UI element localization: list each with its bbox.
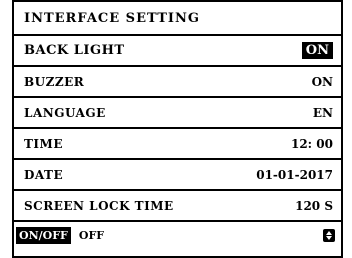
key-action-label: OFF <box>78 229 105 242</box>
setting-value[interactable]: 12: 00 <box>291 137 333 151</box>
setting-row-time[interactable]: TIME 12: 00 <box>14 129 341 160</box>
key-badge[interactable]: ON/OFF <box>16 227 71 244</box>
setting-row-date[interactable]: DATE 01-01-2017 <box>14 160 341 191</box>
setting-row-back-light[interactable]: BACK LIGHT ON <box>14 36 341 67</box>
setting-row-language[interactable]: LANGUAGE EN <box>14 98 341 129</box>
setting-value-selected[interactable]: ON <box>301 42 333 59</box>
setting-label: TIME <box>24 136 63 151</box>
setting-value[interactable]: ON <box>312 75 333 89</box>
setting-row-buzzer[interactable]: BUZZER ON <box>14 67 341 98</box>
settings-screen: INTERFACE SETTING BACK LIGHT ON BUZZER O… <box>12 0 343 258</box>
setting-value[interactable]: 120 S <box>295 199 333 213</box>
setting-row-screen-lock-time[interactable]: SCREEN LOCK TIME 120 S <box>14 191 341 222</box>
setting-label: LANGUAGE <box>24 105 106 120</box>
setting-value[interactable]: 01-01-2017 <box>256 168 333 182</box>
up-down-arrows-icon[interactable] <box>323 229 335 242</box>
setting-value[interactable]: EN <box>313 106 333 120</box>
setting-label: SCREEN LOCK TIME <box>24 198 174 213</box>
setting-label: BACK LIGHT <box>24 43 125 58</box>
softkey-footer: ON/OFF OFF <box>14 222 341 249</box>
setting-label: BUZZER <box>24 74 85 89</box>
onoff-softkey[interactable]: ON/OFF OFF <box>14 227 104 244</box>
screen-title: INTERFACE SETTING <box>14 2 341 36</box>
setting-label: DATE <box>24 167 64 182</box>
